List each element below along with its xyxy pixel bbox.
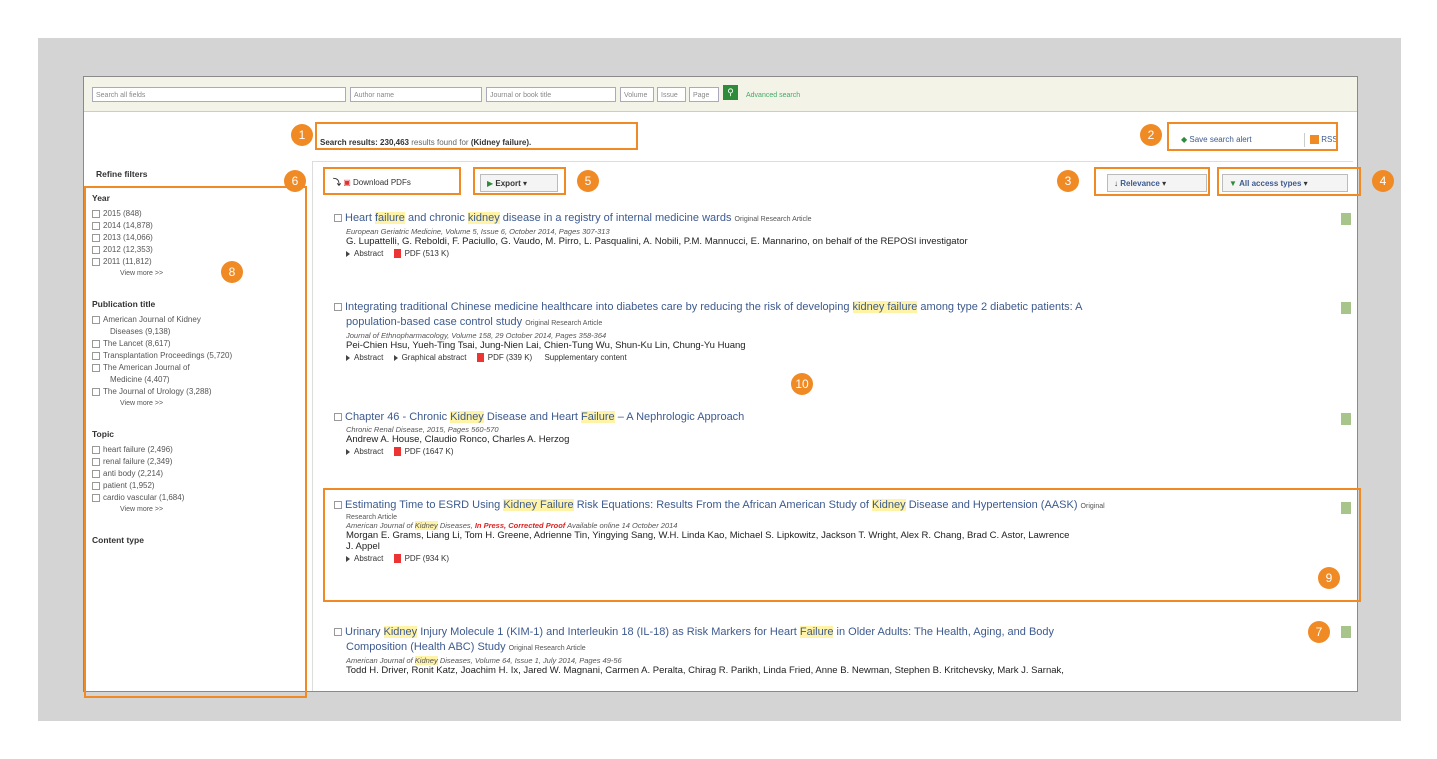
author-name-input[interactable]: Author name bbox=[350, 87, 482, 102]
callout-number: 1 bbox=[291, 124, 313, 146]
page-input[interactable]: Page bbox=[689, 87, 719, 102]
pdf-icon bbox=[393, 447, 401, 457]
pdf-icon bbox=[476, 353, 484, 363]
article-type: Original Research Article bbox=[734, 216, 812, 223]
graphical-abstract-link[interactable]: Graphical abstract bbox=[393, 353, 467, 362]
result-item: Urinary Kidney Injury Molecule 1 (KIM-1)… bbox=[334, 625, 1324, 676]
result-title[interactable]: Integrating traditional Chinese medicine… bbox=[334, 300, 1324, 315]
result-meta: European Geriatric Medicine, Volume 5, I… bbox=[346, 227, 610, 236]
callout-number: 10 bbox=[791, 373, 813, 395]
result-meta: Journal of Ethnopharmacology, Volume 158… bbox=[346, 331, 607, 340]
volume-input[interactable]: Volume bbox=[620, 87, 654, 102]
advanced-search-link[interactable]: Advanced search bbox=[746, 92, 800, 99]
pdf-link[interactable]: PDF (339 K) bbox=[488, 353, 532, 362]
search-icon: ⚲ bbox=[727, 87, 734, 97]
preview-icon[interactable] bbox=[1341, 302, 1351, 314]
result-item: Chapter 46 - Chronic Kidney Disease and … bbox=[334, 410, 1324, 457]
result-links: Abstract Graphical abstract PDF (339 K) … bbox=[334, 353, 1324, 363]
checkbox[interactable] bbox=[334, 303, 342, 312]
callout-box-download bbox=[323, 167, 461, 195]
result-title-continued[interactable]: Composition (Health ABC) Study Original … bbox=[334, 640, 1324, 656]
result-meta: Chronic Renal Disease, 2015, Pages 560-5… bbox=[346, 425, 499, 434]
abstract-link[interactable]: Abstract bbox=[346, 249, 383, 258]
journal-title-input[interactable]: Journal or book title bbox=[486, 87, 616, 102]
callout-number: 6 bbox=[284, 170, 306, 192]
preview-icon[interactable] bbox=[1341, 213, 1351, 225]
search-all-fields-input[interactable]: Search all fields bbox=[92, 87, 346, 102]
preview-icon[interactable] bbox=[1341, 626, 1351, 638]
search-button[interactable]: ⚲ bbox=[723, 85, 738, 100]
expand-icon bbox=[346, 354, 350, 361]
result-authors: Andrew A. House, Claudio Ronco, Charles … bbox=[346, 434, 570, 445]
result-title[interactable]: Heart failure and chronic kidney disease… bbox=[334, 211, 1324, 227]
callout-box-relevance bbox=[1094, 167, 1210, 196]
expand-icon bbox=[346, 448, 350, 455]
article-type: Original Research Article bbox=[525, 320, 603, 327]
refine-filters-title: Refine filters bbox=[96, 169, 148, 179]
issue-input[interactable]: Issue bbox=[657, 87, 686, 102]
callout-number: 5 bbox=[577, 170, 599, 192]
callout-box-save-rss bbox=[1167, 122, 1338, 151]
callout-number: 7 bbox=[1308, 621, 1330, 643]
pdf-link[interactable]: PDF (1647 K) bbox=[405, 447, 454, 456]
callout-number: 4 bbox=[1372, 170, 1394, 192]
result-title-continued[interactable]: population-based case control study Orig… bbox=[334, 315, 1324, 331]
result-meta: American Journal of Kidney Diseases, Vol… bbox=[346, 656, 622, 665]
expand-icon bbox=[346, 250, 350, 257]
result-authors: Todd H. Driver, Ronit Katz, Joachim H. I… bbox=[346, 665, 1064, 676]
checkbox[interactable] bbox=[334, 628, 342, 637]
result-links: Abstract PDF (1647 K) bbox=[334, 447, 1324, 457]
result-title[interactable]: Urinary Kidney Injury Molecule 1 (KIM-1)… bbox=[334, 625, 1324, 640]
result-authors: Pei-Chien Hsu, Yueh-Ting Tsai, Jung-Nien… bbox=[346, 340, 746, 351]
callout-number: 8 bbox=[221, 261, 243, 283]
result-item: Heart failure and chronic kidney disease… bbox=[334, 211, 1324, 259]
result-links: Abstract PDF (513 K) bbox=[334, 249, 1324, 259]
checkbox[interactable] bbox=[334, 413, 342, 422]
result-authors: G. Lupattelli, G. Reboldi, F. Paciullo, … bbox=[346, 236, 968, 247]
result-title[interactable]: Chapter 46 - Chronic Kidney Disease and … bbox=[334, 410, 1324, 425]
callout-box-summary bbox=[315, 122, 638, 150]
supplementary-link[interactable]: Supplementary content bbox=[544, 353, 626, 362]
preview-icon[interactable] bbox=[1341, 413, 1351, 425]
abstract-link[interactable]: Abstract bbox=[346, 353, 383, 362]
callout-number: 3 bbox=[1057, 170, 1079, 192]
callout-box-result bbox=[323, 488, 1361, 602]
checkbox[interactable] bbox=[334, 214, 342, 223]
abstract-link[interactable]: Abstract bbox=[346, 447, 383, 456]
callout-number: 9 bbox=[1318, 567, 1340, 589]
article-type: Original Research Article bbox=[508, 645, 586, 652]
result-item: Integrating traditional Chinese medicine… bbox=[334, 300, 1324, 363]
pdf-link[interactable]: PDF (513 K) bbox=[405, 249, 449, 258]
callout-number: 2 bbox=[1140, 124, 1162, 146]
callout-box-sidebar bbox=[84, 186, 307, 698]
callout-box-export bbox=[473, 167, 566, 195]
pdf-icon bbox=[393, 249, 401, 259]
expand-icon bbox=[393, 354, 398, 361]
callout-box-access bbox=[1217, 167, 1361, 196]
